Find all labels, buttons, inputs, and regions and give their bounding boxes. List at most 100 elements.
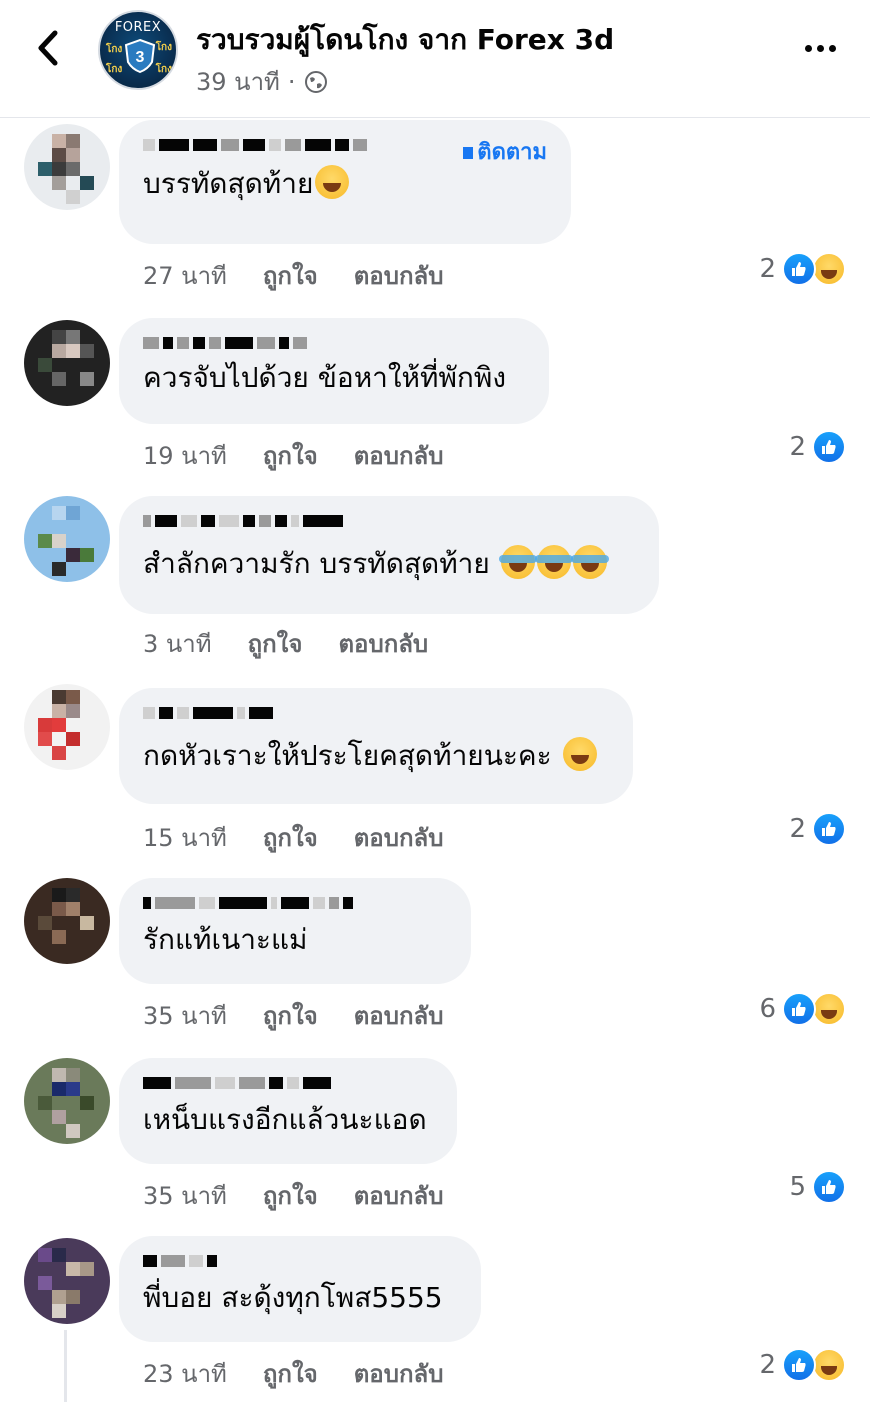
- like-button[interactable]: ถูกใจ: [263, 1176, 318, 1215]
- comment-actions: 35 นาที ถูกใจ ตอบกลับ: [143, 996, 443, 1035]
- commenter-name[interactable]: [143, 510, 635, 544]
- comment-bubble[interactable]: เหน็บแรงอีกแล้วนะแอด: [119, 1058, 457, 1164]
- more-options-button[interactable]: [800, 34, 840, 62]
- comment-time: 15 นาที: [143, 824, 227, 852]
- comment-text: รักแท้เนาะแม่: [143, 923, 308, 956]
- group-avatar[interactable]: FOREX โกง โกง โกง โกง 3: [98, 10, 178, 90]
- commenter-avatar[interactable]: [24, 320, 110, 406]
- follow-label: ติดตาม: [477, 140, 547, 165]
- thumbs-up-icon: [792, 262, 806, 276]
- laughing-emoji: [315, 165, 350, 199]
- reply-button[interactable]: ตอบกลับ: [354, 1176, 444, 1215]
- comment-actions: 19 นาที ถูกใจ ตอบกลับ: [143, 436, 443, 475]
- comment-time: 23 นาที: [143, 1360, 227, 1388]
- comment-text: กดหัวเราะให้ประโยคสุดท้ายนะคะ: [143, 736, 609, 776]
- comment-text-content: บรรทัดสุดท้าย: [143, 167, 314, 200]
- tears-of-joy-emoji: [570, 545, 609, 579]
- reaction-summary[interactable]: 2: [759, 252, 846, 286]
- like-button[interactable]: ถูกใจ: [263, 1354, 318, 1393]
- group-avatar-tag: โกง: [155, 64, 172, 75]
- reaction-summary[interactable]: 2: [759, 1348, 846, 1382]
- commenter-name[interactable]: [143, 1072, 433, 1100]
- reaction-count: 2: [759, 1350, 776, 1380]
- thumbs-up-icon: [792, 1358, 806, 1372]
- like-reaction-icon: [782, 992, 816, 1026]
- comment-actions: 35 นาที ถูกใจ ตอบกลับ: [143, 1176, 443, 1215]
- comment-text: พี่บอย สะดุ้งทุกโพส5555: [143, 1281, 443, 1314]
- thumbs-up-icon: [822, 822, 836, 836]
- reaction-count: 2: [789, 432, 806, 462]
- reaction-summary[interactable]: 2: [789, 812, 846, 846]
- comment-bubble[interactable]: สำลักความรัก บรรทัดสุดท้าย: [119, 496, 659, 614]
- commenter-avatar[interactable]: [24, 1238, 110, 1324]
- reply-button[interactable]: ตอบกลับ: [354, 818, 444, 857]
- meta-separator: ·: [287, 67, 296, 96]
- like-button[interactable]: ถูกใจ: [263, 256, 318, 295]
- thumbs-up-icon: [822, 440, 836, 454]
- reaction-count: 6: [759, 994, 776, 1024]
- tears-of-joy-emoji: [498, 545, 537, 579]
- dot-icon: [804, 44, 812, 52]
- post-header: FOREX โกง โกง โกง โกง 3 รวบรวมผู้โดนโกง …: [0, 0, 870, 118]
- like-button[interactable]: ถูกใจ: [263, 436, 318, 475]
- like-reaction-icon: [812, 1170, 846, 1204]
- like-button[interactable]: ถูกใจ: [263, 996, 318, 1035]
- commenter-name[interactable]: ติดตาม: [143, 134, 547, 165]
- like-button[interactable]: ถูกใจ: [248, 624, 303, 663]
- comment-bubble[interactable]: รักแท้เนาะแม่: [119, 878, 471, 984]
- like-reaction-icon: [782, 1348, 816, 1382]
- group-avatar-tag: โกง: [106, 44, 123, 55]
- reply-button[interactable]: ตอบกลับ: [354, 436, 444, 475]
- reaction-summary[interactable]: 6: [759, 992, 846, 1026]
- comment-time: 19 นาที: [143, 442, 227, 470]
- post-time: 39 นาที: [196, 68, 280, 96]
- comment-text: สำลักความรัก บรรทัดสุดท้าย: [143, 544, 635, 584]
- group-avatar-tag: โกง: [155, 42, 172, 53]
- comment-actions: 27 นาที ถูกใจ ตอบกลับ: [143, 256, 443, 295]
- commenter-avatar[interactable]: [24, 496, 110, 582]
- reaction-count: 2: [789, 814, 806, 844]
- comment-text-content: กดหัวเราะให้ประโยคสุดท้ายนะคะ: [143, 739, 552, 772]
- dot-icon: [816, 44, 824, 52]
- comment-time: 35 นาที: [143, 1182, 227, 1210]
- reply-button[interactable]: ตอบกลับ: [354, 1354, 444, 1393]
- commenter-avatar[interactable]: [24, 684, 110, 770]
- follow-link[interactable]: ติดตาม: [463, 134, 547, 169]
- group-avatar-letter: 3: [136, 49, 145, 66]
- reaction-summary[interactable]: 5: [789, 1170, 846, 1204]
- commenter-name[interactable]: [143, 332, 525, 358]
- comment-actions: 15 นาที ถูกใจ ตอบกลับ: [143, 818, 443, 857]
- comment-time: 35 นาที: [143, 1002, 227, 1030]
- globe-icon: [304, 70, 327, 93]
- shield-icon: 3: [124, 38, 156, 74]
- comment-bubble[interactable]: กดหัวเราะให้ประโยคสุดท้ายนะคะ: [119, 688, 633, 804]
- dot-icon: [828, 44, 836, 52]
- comment-text: เหน็บแรงอีกแล้วนะแอด: [143, 1103, 427, 1136]
- like-reaction-icon: [812, 430, 846, 464]
- comment-bubble[interactable]: ติดตาม บรรทัดสุดท้าย: [119, 120, 571, 244]
- back-button[interactable]: [28, 24, 68, 72]
- thumbs-up-icon: [792, 1002, 806, 1016]
- commenter-name[interactable]: [143, 892, 447, 920]
- comment-time: 27 นาที: [143, 262, 227, 290]
- reply-button[interactable]: ตอบกลับ: [354, 256, 444, 295]
- reply-button[interactable]: ตอบกลับ: [354, 996, 444, 1035]
- commenter-avatar[interactable]: [24, 878, 110, 964]
- reply-button[interactable]: ตอบกลับ: [338, 624, 428, 663]
- like-button[interactable]: ถูกใจ: [263, 818, 318, 857]
- commenter-name[interactable]: [143, 702, 609, 736]
- commenter-avatar[interactable]: [24, 1058, 110, 1144]
- commenter-avatar[interactable]: [24, 124, 110, 210]
- like-reaction-icon: [782, 252, 816, 286]
- like-reaction-icon: [812, 812, 846, 846]
- reaction-summary[interactable]: 2: [789, 430, 846, 464]
- commenter-name[interactable]: [143, 1250, 457, 1278]
- comment-time: 3 นาที: [143, 630, 212, 658]
- comment-actions: 23 นาที ถูกใจ ตอบกลับ: [143, 1354, 443, 1393]
- group-title[interactable]: รวบรวมผู้โดนโกง จาก Forex 3d: [196, 18, 614, 62]
- comment-actions: 3 นาที ถูกใจ ตอบกลับ: [143, 624, 428, 663]
- comment-bubble[interactable]: พี่บอย สะดุ้งทุกโพส5555: [119, 1236, 481, 1342]
- comment-bubble[interactable]: ควรจับไปด้วย ข้อหาให้ที่พักพิง: [119, 318, 549, 424]
- comment-text-content: สำลักความรัก บรรทัดสุดท้าย: [143, 547, 490, 580]
- comment-text: บรรทัดสุดท้าย: [143, 164, 547, 204]
